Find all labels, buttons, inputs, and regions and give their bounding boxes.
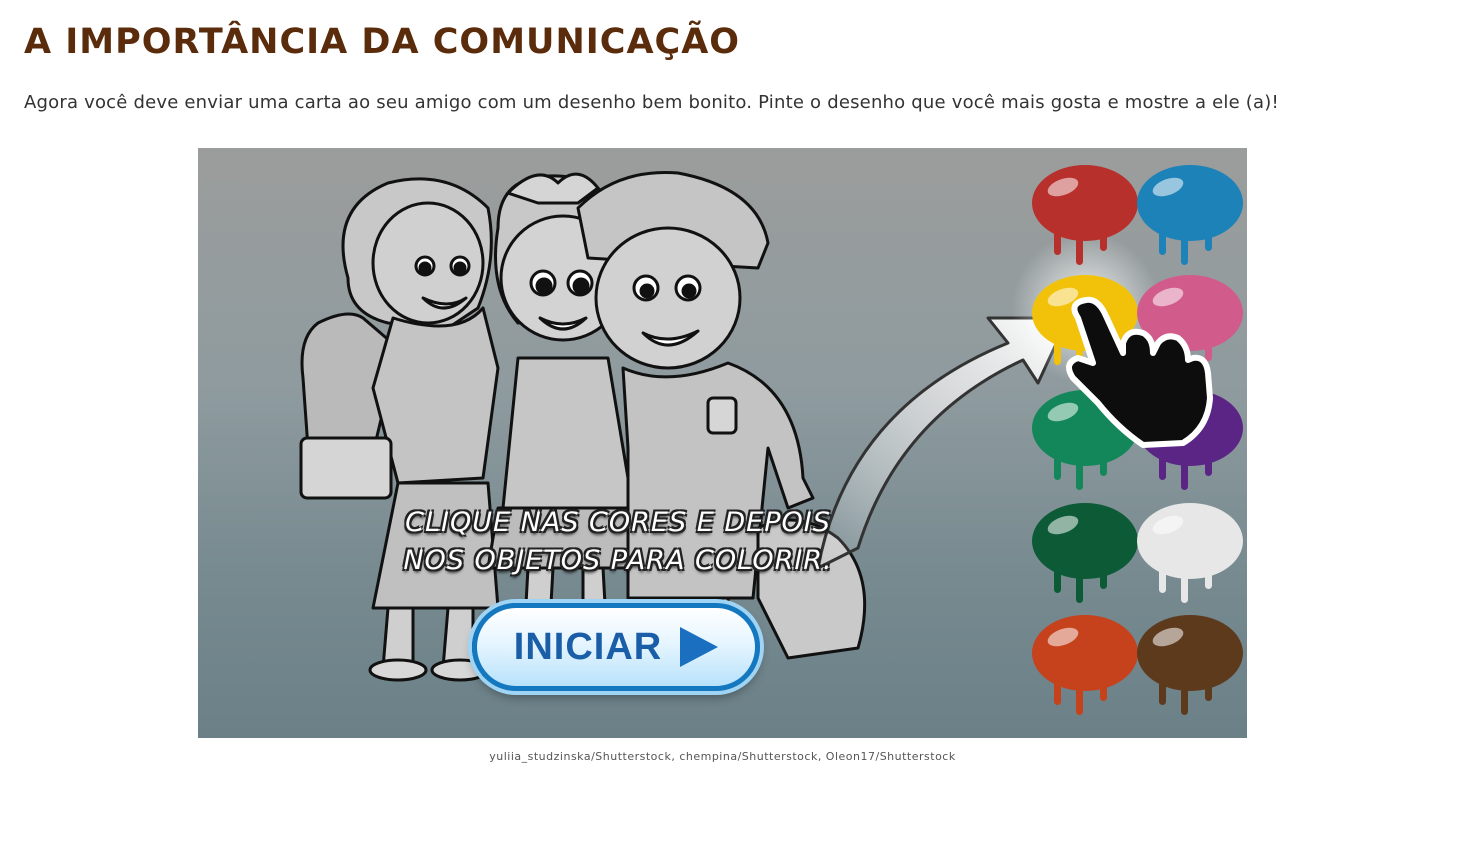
instruction-line-1: CLIQUE NAS CORES E DEPOIS [405, 507, 831, 538]
paint-blob-brown[interactable] [1137, 615, 1243, 715]
start-button-label: INICIAR [513, 625, 663, 668]
instruction-line-2: NOS OBJETOS PARA COLORIR. [403, 545, 833, 576]
image-credit: yuliia_studzinska/Shutterstock, chempina… [489, 750, 956, 763]
paint-blob-dark-green[interactable] [1032, 503, 1138, 603]
paint-blob-blue[interactable] [1137, 165, 1243, 265]
page-title: A IMPORTÂNCIA DA COMUNICAÇÃO [24, 22, 741, 62]
paint-blob-white[interactable] [1137, 503, 1243, 603]
instruction-text: CLIQUE NAS CORES E DEPOIS NOS OBJETOS PA… [378, 504, 858, 580]
paint-blob-orange[interactable] [1032, 615, 1138, 715]
play-arrow-icon [680, 627, 719, 667]
intro-text: Agora você deve enviar uma carta ao seu … [24, 92, 1279, 113]
coloring-activity[interactable]: CLIQUE NAS CORES E DEPOIS NOS OBJETOS PA… [198, 148, 1247, 738]
start-button[interactable]: INICIAR [472, 603, 760, 691]
